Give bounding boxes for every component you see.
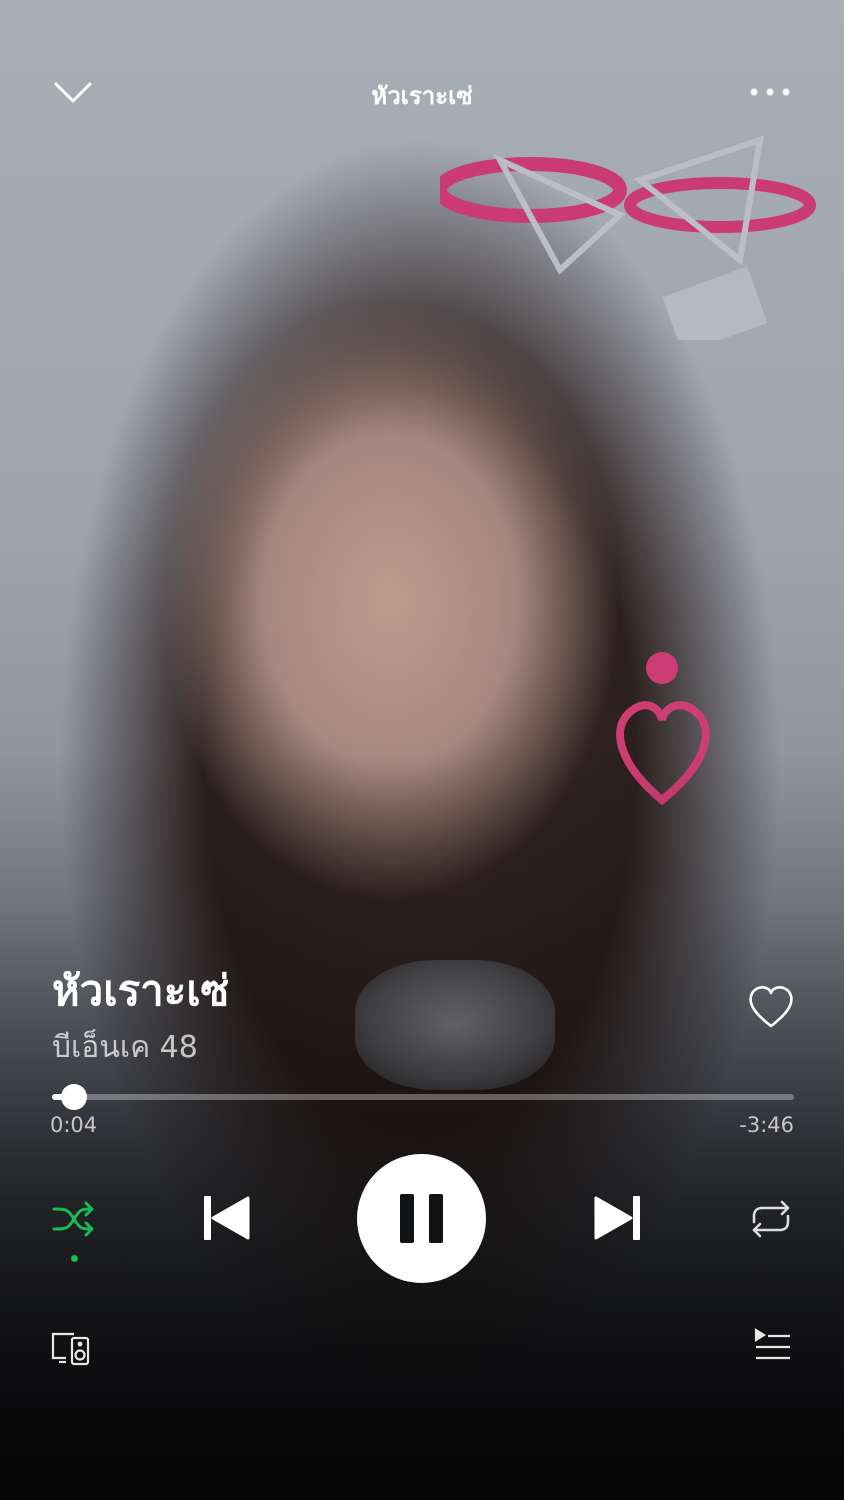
next-button[interactable]: [590, 1190, 646, 1246]
connect-devices-button[interactable]: [50, 1330, 92, 1366]
header-title: หัวเราะเซ่: [371, 82, 473, 110]
heart-outline-icon: [749, 986, 793, 1028]
pause-button[interactable]: [357, 1154, 486, 1283]
skip-previous-icon: [204, 1196, 250, 1240]
progress-bar[interactable]: [52, 1084, 794, 1110]
time-remaining: -3:46: [739, 1113, 794, 1137]
track-title: หัวเราะเซ่: [52, 966, 230, 1015]
track-artist[interactable]: บีเอ็นเค 48: [52, 1024, 198, 1071]
like-button[interactable]: [746, 984, 796, 1030]
more-options-button[interactable]: [744, 70, 796, 114]
shuffle-active-indicator: [71, 1255, 78, 1262]
connect-devices-icon: [51, 1332, 90, 1366]
pause-icon: [400, 1194, 443, 1243]
queue-button[interactable]: [752, 1328, 792, 1364]
now-playing-screen: หัวเราะเซ่ หัวเราะเซ่ บีเอ็นเค 48 0:04 -…: [0, 0, 844, 1500]
repeat-icon: [752, 1200, 790, 1238]
queue-icon: [754, 1328, 790, 1360]
previous-button[interactable]: [198, 1190, 254, 1246]
top-bar: หัวเราะเซ่: [0, 60, 844, 124]
repeat-button[interactable]: [746, 1196, 796, 1242]
more-horizontal-icon: [750, 88, 790, 96]
skip-next-icon: [594, 1196, 640, 1240]
shuffle-icon: [52, 1201, 94, 1237]
shuffle-button[interactable]: [48, 1195, 100, 1243]
time-elapsed: 0:04: [50, 1113, 98, 1137]
